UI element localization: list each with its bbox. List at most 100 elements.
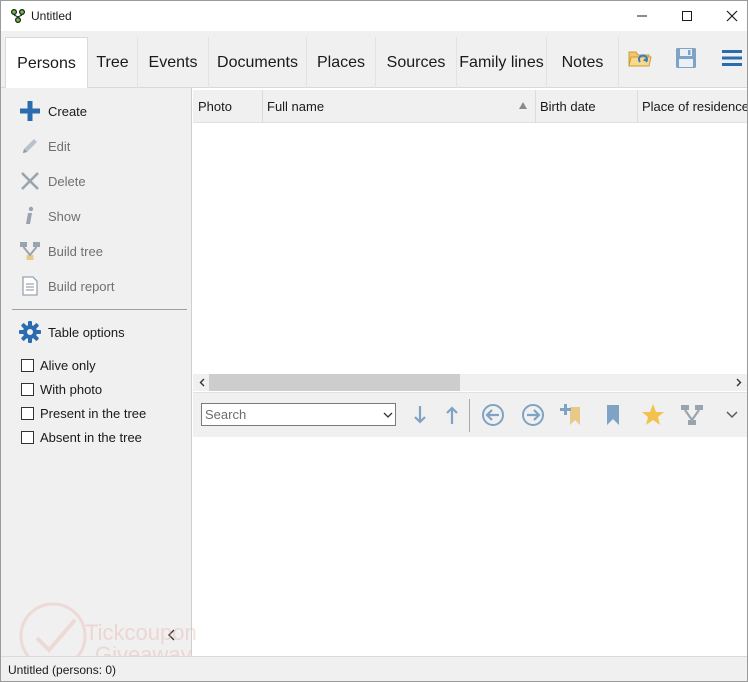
checkbox-box[interactable] <box>21 358 34 372</box>
edit-label: Edit <box>48 138 71 154</box>
sort-ascending-icon <box>519 102 527 109</box>
minimize-button[interactable] <box>619 1 665 31</box>
collapse-sidebar-button[interactable] <box>164 627 178 643</box>
alive-only-label: Alive only <box>40 357 96 373</box>
horizontal-scrollbar[interactable] <box>193 374 747 391</box>
column-header-full-name[interactable]: Full name <box>262 90 536 123</box>
maximize-icon <box>682 11 692 21</box>
move-up-button[interactable] <box>439 402 465 428</box>
search-dropdown-button[interactable] <box>381 404 395 425</box>
delete-button[interactable]: Delete <box>18 168 86 194</box>
column-header-birth-date[interactable]: Birth date <box>535 90 638 123</box>
tab-places[interactable]: Places <box>307 37 376 88</box>
build-tree-button[interactable]: Build tree <box>18 238 103 264</box>
info-icon <box>18 204 42 228</box>
checkbox-box[interactable] <box>21 406 34 420</box>
close-icon <box>726 10 738 22</box>
move-down-button[interactable] <box>407 402 433 428</box>
present-in-tree-checkbox[interactable]: Present in the tree <box>21 404 146 422</box>
column-header-place-of-residence[interactable]: Place of residence <box>637 90 747 123</box>
build-report-button[interactable]: Build report <box>18 273 114 299</box>
app-icon <box>10 8 26 24</box>
x-icon <box>18 169 42 193</box>
absent-in-tree-checkbox[interactable]: Absent in the tree <box>21 428 142 446</box>
tab-events[interactable]: Events <box>138 37 209 88</box>
bookmark-icon <box>607 405 619 425</box>
create-button[interactable]: Create <box>18 98 87 124</box>
preview-pane <box>193 437 747 656</box>
edit-button[interactable]: Edit <box>18 133 70 159</box>
status-bar: Untitled (persons: 0) <box>1 656 747 681</box>
table-options-label: Table options <box>48 324 125 340</box>
build-tree-label: Build tree <box>48 243 103 259</box>
sidebar-divider <box>12 309 187 310</box>
minimize-icon <box>637 15 647 17</box>
tab-sources[interactable]: Sources <box>376 37 457 88</box>
forward-button[interactable] <box>520 402 546 428</box>
tab-family-lines[interactable]: Family lines <box>457 37 547 88</box>
chevron-down-icon <box>383 412 393 418</box>
save-icon[interactable] <box>673 45 699 71</box>
column-header-label: Full name <box>267 99 325 114</box>
tab-notes[interactable]: Notes <box>547 37 619 88</box>
toolbar-separator <box>469 399 470 432</box>
family-tree-icon <box>681 405 703 425</box>
sidebar: Create Edit Delete Show Build tree Build… <box>1 88 192 656</box>
scrollbar-thumb[interactable] <box>209 374 460 391</box>
open-folder-icon[interactable] <box>627 45 653 71</box>
column-header-photo[interactable]: Photo <box>193 90 263 123</box>
scroll-left-button[interactable] <box>193 374 210 391</box>
scroll-left-icon <box>199 378 204 387</box>
star-icon <box>642 404 664 425</box>
build-report-label: Build report <box>48 278 115 294</box>
search-combobox[interactable] <box>201 403 396 426</box>
chevron-down-icon <box>726 411 738 419</box>
absent-in-tree-label: Absent in the tree <box>40 429 142 445</box>
present-in-tree-label: Present in the tree <box>40 405 147 421</box>
family-tree-button[interactable] <box>679 402 705 428</box>
maximize-button[interactable] <box>664 1 710 31</box>
tree-icon <box>18 239 42 263</box>
chevron-left-icon <box>168 629 175 641</box>
arrow-down-icon <box>414 406 426 424</box>
alive-only-checkbox[interactable]: Alive only <box>21 356 96 374</box>
window-title: Untitled <box>31 9 72 23</box>
show-label: Show <box>48 208 81 224</box>
gear-icon <box>18 320 42 344</box>
add-bookmark-icon <box>560 404 580 425</box>
forward-icon <box>522 404 544 426</box>
tab-tree[interactable]: Tree <box>88 37 138 88</box>
hamburger-menu-icon[interactable] <box>719 45 745 71</box>
create-label: Create <box>48 103 88 119</box>
navigation-toolbar <box>193 392 747 437</box>
tab-documents[interactable]: Documents <box>209 37 307 88</box>
scroll-right-icon <box>736 378 741 387</box>
tab-bar: Persons Tree Events Documents Places Sou… <box>1 31 747 89</box>
back-icon <box>482 404 504 426</box>
arrow-up-icon <box>446 406 458 424</box>
delete-label: Delete <box>48 173 86 189</box>
more-options-button[interactable] <box>719 402 745 428</box>
close-button[interactable] <box>709 1 747 31</box>
status-text: Untitled (persons: 0) <box>8 663 117 677</box>
back-button[interactable] <box>480 402 506 428</box>
app-window: Untitled Persons Tree Events Documents P… <box>0 0 748 682</box>
report-icon <box>18 274 42 298</box>
table-header: Photo Full name Birth date Place of resi… <box>193 90 747 123</box>
plus-icon <box>18 99 42 123</box>
scroll-right-button[interactable] <box>730 374 747 391</box>
with-photo-checkbox[interactable]: With photo <box>21 380 102 398</box>
checkbox-box[interactable] <box>21 430 34 444</box>
pencil-icon <box>18 134 42 158</box>
title-bar: Untitled <box>1 1 747 31</box>
search-input[interactable] <box>202 404 381 425</box>
tab-persons[interactable]: Persons <box>5 37 88 89</box>
persons-table[interactable]: Photo Full name Birth date Place of resi… <box>193 88 747 374</box>
with-photo-label: With photo <box>40 381 103 397</box>
favorite-button[interactable] <box>640 402 666 428</box>
bookmark-button[interactable] <box>600 402 626 428</box>
table-options-button[interactable]: Table options <box>18 319 125 345</box>
add-bookmark-button[interactable] <box>559 402 585 428</box>
checkbox-box[interactable] <box>21 382 34 396</box>
show-button[interactable]: Show <box>18 203 81 229</box>
